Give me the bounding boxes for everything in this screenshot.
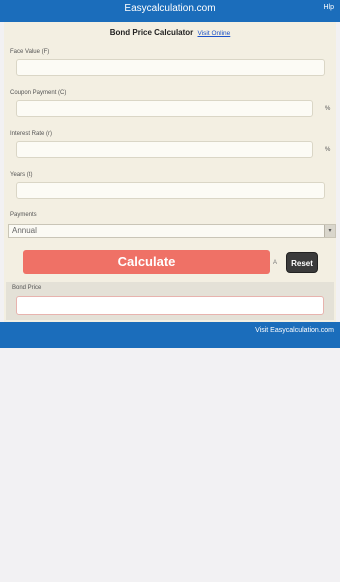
coupon-percent-unit: %	[325, 106, 331, 112]
a-mark: A	[273, 260, 278, 266]
interest-percent-unit: %	[325, 147, 331, 153]
top-bar: Easycalculation.com Hlp	[0, 0, 340, 22]
years-label: Years (t)	[10, 172, 33, 178]
payments-select[interactable]: Annual ▾	[8, 224, 336, 238]
face-value-input[interactable]	[16, 59, 325, 76]
years-input[interactable]	[16, 182, 325, 199]
reset-button[interactable]: Reset	[286, 252, 318, 273]
calculator-panel: Bond Price Calculator Visit Online Face …	[4, 22, 336, 322]
page-title: Bond Price Calculator	[109, 28, 194, 37]
calculator-header: Bond Price Calculator Visit Online	[4, 28, 336, 37]
dropdown-arrow-icon[interactable]: ▾	[324, 225, 335, 237]
coupon-payment-label: Coupon Payment (C)	[10, 90, 67, 96]
visit-site-link[interactable]: Visit Easycalculation.com	[255, 327, 334, 334]
footer-bar: Visit Easycalculation.com	[0, 322, 340, 348]
payments-selected-value: Annual	[12, 226, 37, 235]
bond-price-output[interactable]	[16, 296, 324, 315]
payments-label: Payments	[10, 212, 37, 218]
interest-rate-input[interactable]	[16, 141, 313, 158]
calculate-button[interactable]: Calculate	[23, 250, 270, 274]
face-value-label: Face Value (F)	[10, 49, 50, 55]
bond-price-label: Bond Price	[12, 285, 42, 291]
result-section: Bond Price	[6, 282, 334, 320]
interest-rate-label: Interest Rate (r)	[10, 131, 53, 137]
coupon-payment-input[interactable]	[16, 100, 313, 117]
help-link[interactable]: Hlp	[323, 4, 334, 11]
app-title: Easycalculation.com	[124, 3, 216, 14]
visit-online-link[interactable]: Visit Online	[198, 30, 231, 37]
